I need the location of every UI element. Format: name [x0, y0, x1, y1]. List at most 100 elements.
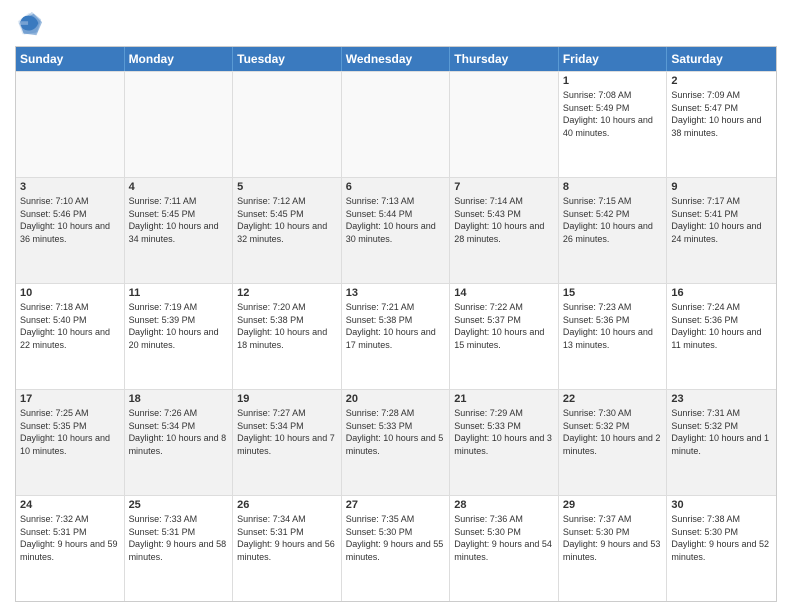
cal-cell-2: 2Sunrise: 7:09 AM Sunset: 5:47 PM Daylig…	[667, 72, 776, 177]
cal-cell-7: 7Sunrise: 7:14 AM Sunset: 5:43 PM Daylig…	[450, 178, 559, 283]
cal-cell-23: 23 Sunrise: 7:31 AM Sunset: 5:32 PM Dayli…	[667, 390, 776, 495]
cal-cell-15: 15 Sunrise: 7:23 AM Sunset: 5:36 PM Dayli…	[559, 284, 668, 389]
day-info: Sunrise: 7:15 AM Sunset: 5:42 PM Dayligh…	[563, 195, 663, 245]
day-info: Sunrise: 7:18 AM Sunset: 5:40 PM Dayligh…	[20, 301, 120, 351]
day-info: Sunrise: 7:20 AM Sunset: 5:38 PM Dayligh…	[237, 301, 337, 351]
cal-header-saturday: Saturday	[667, 47, 776, 71]
cal-cell-9: 9 Sunrise: 7:17 AM Sunset: 5:41 PM Daylig…	[667, 178, 776, 283]
cal-cell-14: 14 Sunrise: 7:22 AM Sunset: 5:37 PM Dayli…	[450, 284, 559, 389]
day-number: 3	[20, 181, 120, 193]
day-info: Sunrise: 7:37 AM Sunset: 5:30 PM Dayligh…	[563, 513, 663, 563]
day-info: Sunrise: 7:26 AM Sunset: 5:34 PM Dayligh…	[129, 407, 229, 457]
day-number: 4	[129, 181, 229, 193]
cal-cell-17: 17 Sunrise: 7:25 AM Sunset: 5:35 PM Dayli…	[16, 390, 125, 495]
cal-cell-3: 3 Sunrise: 7:10 AM Sunset: 5:46 PM Daylig…	[16, 178, 125, 283]
day-info: Sunrise: 7:17 AM Sunset: 5:41 PM Dayligh…	[671, 195, 772, 245]
day-info: Sunrise: 7:27 AM Sunset: 5:34 PM Dayligh…	[237, 407, 337, 457]
cal-cell-27: 27 Sunrise: 7:35 AM Sunset: 5:30 PM Dayli…	[342, 496, 451, 601]
day-number: 27	[346, 499, 446, 511]
day-number: 21	[454, 393, 554, 405]
cal-cell-21: 21 Sunrise: 7:29 AM Sunset: 5:33 PM Dayli…	[450, 390, 559, 495]
day-number: 24	[20, 499, 120, 511]
cal-cell-22: 22Sunrise: 7:30 AM Sunset: 5:32 PM Dayli…	[559, 390, 668, 495]
day-number: 11	[129, 287, 229, 299]
cal-cell-empty-0-1	[125, 72, 234, 177]
cal-cell-20: 20 Sunrise: 7:28 AM Sunset: 5:33 PM Dayli…	[342, 390, 451, 495]
day-info: Sunrise: 7:32 AM Sunset: 5:31 PM Dayligh…	[20, 513, 120, 563]
day-number: 5	[237, 181, 337, 193]
day-number: 6	[346, 181, 446, 193]
cal-cell-16: 16 Sunrise: 7:24 AM Sunset: 5:36 PM Dayli…	[667, 284, 776, 389]
day-number: 20	[346, 393, 446, 405]
cal-week-row-1: 3 Sunrise: 7:10 AM Sunset: 5:46 PM Daylig…	[16, 177, 776, 283]
cal-cell-empty-0-3	[342, 72, 451, 177]
day-info: Sunrise: 7:24 AM Sunset: 5:36 PM Dayligh…	[671, 301, 772, 351]
day-info: Sunrise: 7:08 AM Sunset: 5:49 PM Dayligh…	[563, 89, 663, 139]
day-info: Sunrise: 7:30 AM Sunset: 5:32 PM Dayligh…	[563, 407, 663, 457]
day-number: 12	[237, 287, 337, 299]
cal-cell-1: 1 Sunrise: 7:08 AM Sunset: 5:49 PM Daylig…	[559, 72, 668, 177]
cal-cell-28: 28 Sunrise: 7:36 AM Sunset: 5:30 PM Dayli…	[450, 496, 559, 601]
day-number: 15	[563, 287, 663, 299]
logo	[15, 10, 47, 38]
day-number: 9	[671, 181, 772, 193]
cal-header-monday: Monday	[125, 47, 234, 71]
day-number: 1	[563, 75, 663, 87]
cal-week-row-4: 24 Sunrise: 7:32 AM Sunset: 5:31 PM Dayli…	[16, 495, 776, 601]
day-info: Sunrise: 7:23 AM Sunset: 5:36 PM Dayligh…	[563, 301, 663, 351]
day-info: Sunrise: 7:10 AM Sunset: 5:46 PM Dayligh…	[20, 195, 120, 245]
cal-cell-29: 29 Sunrise: 7:37 AM Sunset: 5:30 PM Dayli…	[559, 496, 668, 601]
logo-icon	[15, 10, 43, 38]
cal-cell-25: 25 Sunrise: 7:33 AM Sunset: 5:31 PM Dayli…	[125, 496, 234, 601]
calendar: SundayMondayTuesdayWednesdayThursdayFrid…	[15, 46, 777, 602]
day-info: Sunrise: 7:34 AM Sunset: 5:31 PM Dayligh…	[237, 513, 337, 563]
cal-cell-4: 4Sunrise: 7:11 AM Sunset: 5:45 PM Daylig…	[125, 178, 234, 283]
calendar-header-row: SundayMondayTuesdayWednesdayThursdayFrid…	[16, 47, 776, 71]
day-number: 29	[563, 499, 663, 511]
day-info: Sunrise: 7:31 AM Sunset: 5:32 PM Dayligh…	[671, 407, 772, 457]
day-info: Sunrise: 7:22 AM Sunset: 5:37 PM Dayligh…	[454, 301, 554, 351]
cal-cell-empty-0-2	[233, 72, 342, 177]
cal-cell-empty-0-4	[450, 72, 559, 177]
day-number: 8	[563, 181, 663, 193]
day-number: 14	[454, 287, 554, 299]
day-number: 16	[671, 287, 772, 299]
day-info: Sunrise: 7:25 AM Sunset: 5:35 PM Dayligh…	[20, 407, 120, 457]
cal-cell-6: 6 Sunrise: 7:13 AM Sunset: 5:44 PM Daylig…	[342, 178, 451, 283]
day-number: 28	[454, 499, 554, 511]
cal-cell-18: 18 Sunrise: 7:26 AM Sunset: 5:34 PM Dayli…	[125, 390, 234, 495]
day-info: Sunrise: 7:35 AM Sunset: 5:30 PM Dayligh…	[346, 513, 446, 563]
cal-cell-8: 8 Sunrise: 7:15 AM Sunset: 5:42 PM Daylig…	[559, 178, 668, 283]
cal-cell-26: 26 Sunrise: 7:34 AM Sunset: 5:31 PM Dayli…	[233, 496, 342, 601]
day-info: Sunrise: 7:36 AM Sunset: 5:30 PM Dayligh…	[454, 513, 554, 563]
cal-header-sunday: Sunday	[16, 47, 125, 71]
day-info: Sunrise: 7:28 AM Sunset: 5:33 PM Dayligh…	[346, 407, 446, 457]
cal-cell-empty-0-0	[16, 72, 125, 177]
day-info: Sunrise: 7:38 AM Sunset: 5:30 PM Dayligh…	[671, 513, 772, 563]
day-number: 2	[671, 75, 772, 87]
day-number: 23	[671, 393, 772, 405]
page-header	[15, 10, 777, 38]
day-info: Sunrise: 7:12 AM Sunset: 5:45 PM Dayligh…	[237, 195, 337, 245]
day-number: 18	[129, 393, 229, 405]
day-info: Sunrise: 7:19 AM Sunset: 5:39 PM Dayligh…	[129, 301, 229, 351]
cal-header-friday: Friday	[559, 47, 668, 71]
day-number: 7	[454, 181, 554, 193]
day-number: 13	[346, 287, 446, 299]
cal-cell-10: 10 Sunrise: 7:18 AM Sunset: 5:40 PM Dayli…	[16, 284, 125, 389]
day-number: 10	[20, 287, 120, 299]
day-number: 17	[20, 393, 120, 405]
day-info: Sunrise: 7:33 AM Sunset: 5:31 PM Dayligh…	[129, 513, 229, 563]
cal-cell-11: 11 Sunrise: 7:19 AM Sunset: 5:39 PM Dayli…	[125, 284, 234, 389]
cal-cell-5: 5 Sunrise: 7:12 AM Sunset: 5:45 PM Daylig…	[233, 178, 342, 283]
cal-cell-30: 30Sunrise: 7:38 AM Sunset: 5:30 PM Dayli…	[667, 496, 776, 601]
day-info: Sunrise: 7:13 AM Sunset: 5:44 PM Dayligh…	[346, 195, 446, 245]
day-number: 26	[237, 499, 337, 511]
day-number: 25	[129, 499, 229, 511]
day-info: Sunrise: 7:21 AM Sunset: 5:38 PM Dayligh…	[346, 301, 446, 351]
day-info: Sunrise: 7:29 AM Sunset: 5:33 PM Dayligh…	[454, 407, 554, 457]
cal-week-row-0: 1 Sunrise: 7:08 AM Sunset: 5:49 PM Daylig…	[16, 71, 776, 177]
cal-cell-19: 19 Sunrise: 7:27 AM Sunset: 5:34 PM Dayli…	[233, 390, 342, 495]
day-number: 19	[237, 393, 337, 405]
cal-header-wednesday: Wednesday	[342, 47, 451, 71]
